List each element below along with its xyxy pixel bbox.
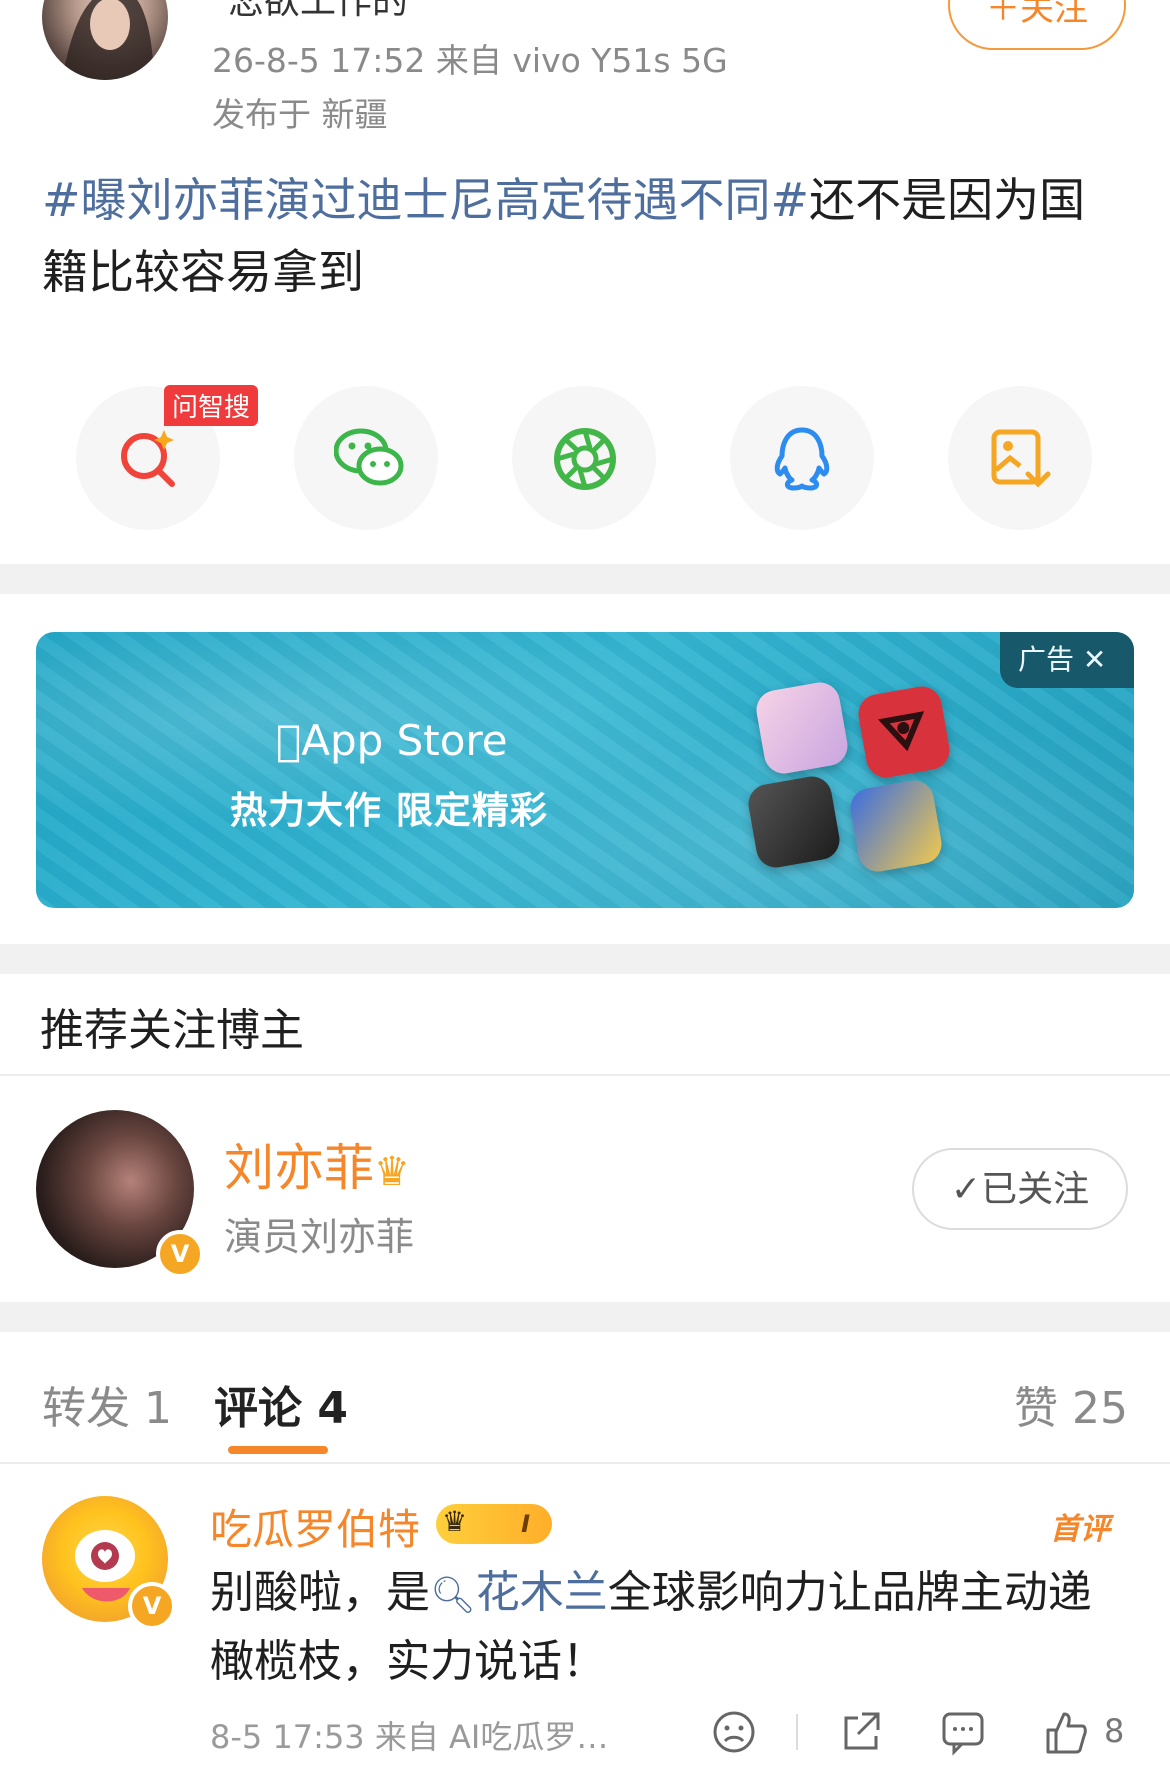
share-wechat-button[interactable] (294, 386, 438, 530)
moments-icon (554, 428, 616, 490)
crown-icon: ♛ (442, 1505, 468, 1538)
post-meta-time-source: 26-8-5 17:52 来自 vivo Y51s 5G (212, 41, 728, 80)
share-qq-button[interactable] (730, 386, 874, 530)
tab-repost[interactable]: 转发 1 (42, 1372, 172, 1436)
followed-button[interactable]: ✓已关注 (912, 1148, 1128, 1230)
ad-label[interactable]: 广告 ✕ (1000, 632, 1134, 688)
qq-icon (774, 427, 830, 491)
ask-search-icon (121, 430, 175, 487)
tab-comment[interactable]: 评论 4 (214, 1372, 348, 1436)
tab-active-indicator (228, 1446, 328, 1454)
search-link[interactable]: 🔍︎花木兰 (430, 1567, 608, 1618)
search-icon: 🔍︎ (430, 1575, 476, 1616)
save-image-icon (991, 429, 1051, 488)
verified-badge: V (128, 1582, 176, 1630)
recommend-name[interactable]: 刘亦菲♛ (224, 1128, 410, 1200)
share-icon (844, 1712, 880, 1750)
commenter-name[interactable]: 吃瓜罗伯特 (210, 1496, 420, 1557)
close-icon[interactable]: ✕ (1083, 643, 1106, 676)
reply-button[interactable] (940, 1710, 986, 1760)
first-comment-tag: 首评 (1050, 1512, 1110, 1547)
comment-text: 别酸啦，是🔍︎花木兰全球影响力让品牌主动递橄榄枝，实力说话！ (210, 1567, 1092, 1687)
ad-store-name: App Store (276, 716, 508, 765)
crown-icon: ♛ (374, 1149, 410, 1195)
share-moments-button[interactable] (512, 386, 656, 530)
follow-button[interactable]: ＋关注 (948, 0, 1126, 50)
tab-like[interactable]: 赞 25 (1014, 1372, 1128, 1436)
comment-icon (942, 1712, 984, 1756)
ad-slogan: 热力大作 限定精彩 (230, 789, 548, 832)
section-separator (0, 564, 1170, 594)
section-separator (0, 1302, 1170, 1332)
ad-banner[interactable]: App Store 热力大作 限定精彩 广告 ✕ (36, 632, 1134, 908)
thumbs-up-icon (1046, 1712, 1087, 1754)
author-name[interactable]: 恋欲工作的 (228, 0, 408, 24)
game-icon (753, 679, 851, 777)
game-icon (847, 777, 945, 875)
save-image-button[interactable] (948, 386, 1092, 530)
dislike-button[interactable] (712, 1710, 756, 1758)
game-icon (745, 773, 843, 871)
game-icon (855, 683, 953, 781)
recommend-desc: 演员刘亦菲 (224, 1215, 415, 1259)
apple-icon:  (276, 716, 301, 765)
recommend-title: 推荐关注博主 (40, 1005, 304, 1056)
author-avatar[interactable] (42, 0, 168, 80)
member-level-badge: ♛ I (436, 1504, 552, 1544)
ask-search-badge: 问智搜 (164, 385, 259, 426)
comment-meta: 8-5 17:53 来自 AI吃瓜罗… (210, 1718, 609, 1756)
wechat-icon (334, 428, 404, 486)
verified-badge: V (156, 1230, 204, 1278)
like-button[interactable] (1044, 1710, 1088, 1760)
post-text: #曝刘亦菲演过迪士尼高定待遇不同#还不是因为国籍比较容易拿到 (42, 164, 1122, 308)
sad-face-icon (713, 1711, 755, 1753)
divider (0, 1462, 1170, 1464)
share-comment-button[interactable] (838, 1710, 882, 1758)
like-count: 8 (1104, 1712, 1125, 1750)
section-separator (0, 944, 1170, 974)
topic-link[interactable]: #曝刘亦菲演过迪士尼高定待遇不同# (42, 173, 809, 227)
divider (796, 1714, 798, 1750)
divider (0, 1074, 1170, 1076)
post-meta-location: 发布于 新疆 (212, 95, 388, 134)
